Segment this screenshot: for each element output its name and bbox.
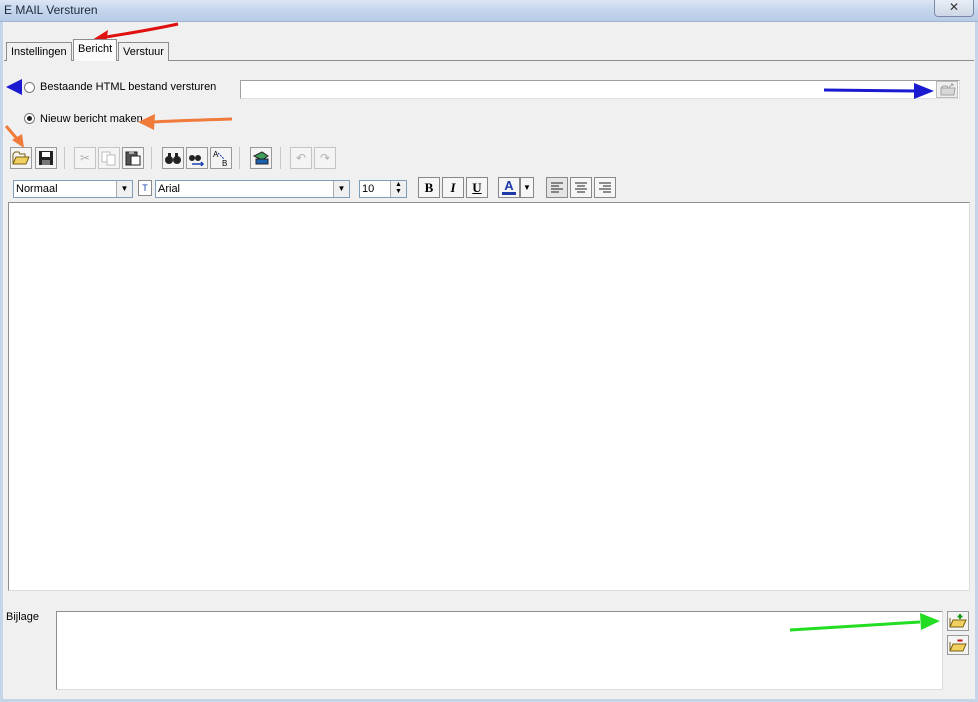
tab-instellingen[interactable]: Instellingen — [6, 42, 72, 61]
remove-attachment-button[interactable] — [947, 635, 969, 655]
font-color-swatch — [502, 192, 516, 195]
save-icon — [39, 151, 53, 165]
style-select-value: Normaal — [16, 183, 58, 195]
font-size-value: 10 — [362, 183, 375, 195]
radio-new-message-label: Nieuw bericht maken — [40, 113, 143, 125]
chevron-down-icon: ▼ — [523, 183, 531, 192]
chevron-down-icon: ▼ — [116, 181, 132, 197]
attachment-label: Bijlage — [6, 611, 40, 623]
find-button[interactable] — [162, 147, 184, 169]
close-button[interactable]: ✕ — [934, 0, 974, 17]
undo-button[interactable]: ↶ — [290, 147, 312, 169]
title-bar — [0, 0, 978, 22]
copy-button[interactable] — [98, 147, 120, 169]
message-editor[interactable] — [8, 202, 970, 591]
replace-button[interactable]: AB — [210, 147, 232, 169]
toolbar-separator — [151, 147, 152, 169]
italic-button[interactable]: I — [442, 177, 464, 198]
window-title: E MAIL Versturen — [4, 3, 98, 17]
align-right-button[interactable] — [594, 177, 616, 198]
bold-button[interactable]: B — [418, 177, 440, 198]
font-type-icon: T — [138, 180, 152, 196]
find-icon — [165, 153, 181, 164]
cut-button[interactable]: ✂ — [74, 147, 96, 169]
align-center-icon — [575, 182, 587, 192]
toolbar-separator — [239, 147, 240, 169]
redo-icon: ↷ — [319, 151, 331, 165]
style-select[interactable]: Normaal ▼ — [13, 180, 133, 198]
cut-icon: ✂ — [79, 151, 91, 165]
svg-text:A: A — [213, 150, 219, 159]
browse-folder-icon — [940, 83, 956, 96]
toolbar-separator — [280, 147, 281, 169]
save-button[interactable] — [35, 147, 57, 169]
insert-image-button[interactable] — [250, 147, 272, 169]
radio-selected-dot — [27, 116, 32, 121]
font-size-stepper[interactable]: 10 ▲ ▼ — [359, 180, 407, 198]
replace-icon: AB — [213, 150, 227, 167]
font-color-button[interactable]: A — [498, 177, 520, 198]
align-left-button[interactable] — [546, 177, 568, 198]
font-color-icon: A — [504, 178, 514, 193]
tab-verstuur[interactable]: Verstuur — [118, 42, 169, 61]
radio-existing-html[interactable] — [24, 82, 35, 93]
toolbar-separator — [64, 147, 65, 169]
tab-bericht[interactable]: Bericht — [73, 39, 118, 61]
chevron-down-icon: ▼ — [333, 181, 349, 197]
svg-text:B: B — [222, 159, 227, 167]
add-attachment-icon — [949, 614, 967, 628]
attachment-list[interactable] — [56, 611, 943, 690]
remove-attachment-icon — [949, 639, 967, 652]
browse-html-button[interactable] — [936, 81, 958, 98]
find-next-icon — [189, 155, 205, 166]
font-color-dropdown[interactable]: ▼ — [520, 177, 534, 198]
align-center-button[interactable] — [570, 177, 592, 198]
insert-image-icon — [252, 151, 269, 165]
redo-button[interactable]: ↷ — [314, 147, 336, 169]
radio-new-message[interactable] — [24, 113, 35, 124]
align-left-icon — [551, 182, 563, 192]
html-file-path-input[interactable] — [240, 80, 960, 99]
align-right-icon — [599, 182, 611, 192]
add-attachment-button[interactable] — [947, 611, 969, 631]
undo-icon: ↶ — [295, 151, 307, 165]
radio-existing-html-label: Bestaande HTML bestand versturen — [40, 81, 217, 93]
font-select-value: Arial — [158, 183, 181, 195]
find-next-button[interactable] — [186, 147, 208, 169]
font-select[interactable]: Arial ▼ — [155, 180, 350, 198]
open-folder-icon — [12, 151, 30, 165]
underline-button[interactable]: U — [466, 177, 488, 198]
paste-button[interactable] — [122, 147, 144, 169]
spin-arrows-icon: ▲ ▼ — [390, 181, 406, 197]
copy-icon — [101, 151, 116, 166]
open-button[interactable] — [10, 147, 32, 169]
paste-icon — [125, 151, 141, 166]
